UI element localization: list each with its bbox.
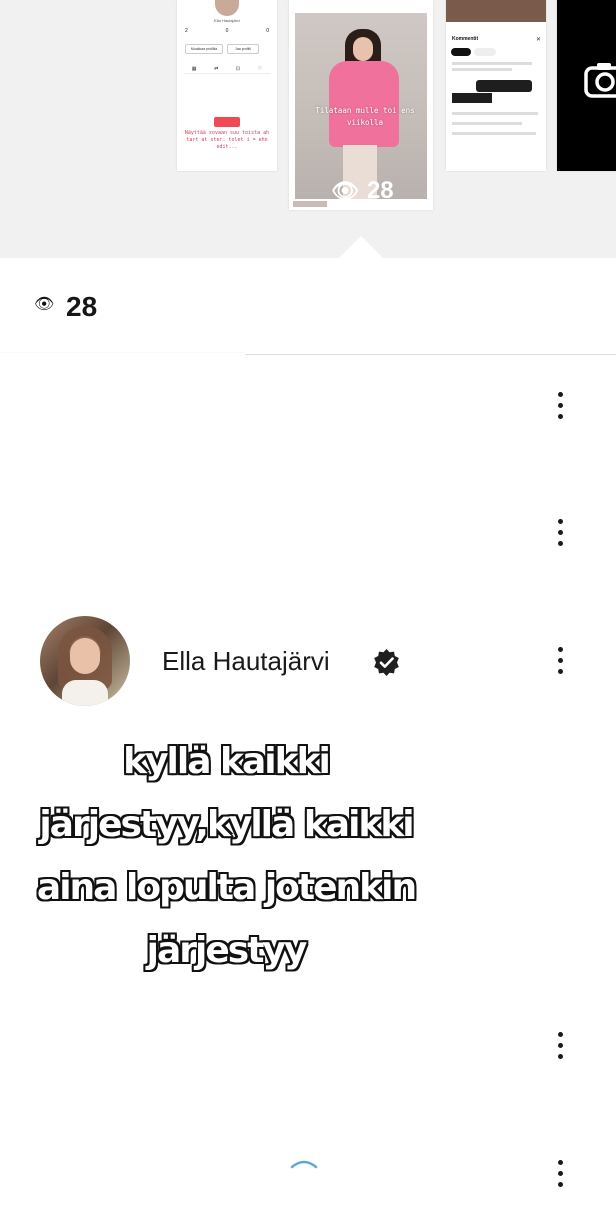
comments-ghost-views: 26 [496, 142, 519, 164]
upload-button [214, 117, 240, 127]
more-vertical-icon [557, 391, 563, 397]
divider [0, 352, 245, 353]
profile-tabs: ▦ ⇄ ⊡ ♡ [183, 66, 271, 74]
author-name[interactable]: Ella Hautajärvi [162, 646, 330, 677]
more-vertical-icon [557, 518, 563, 524]
close-icon: ✕ [536, 37, 542, 43]
profile-pink-text: Näyttää sovaan suu toista ah tart at ste… [184, 130, 270, 150]
loading-spinner-icon [290, 1160, 318, 1169]
caption-line: aina lopulta jotenkin [36, 866, 418, 909]
more-vertical-icon [557, 646, 563, 652]
carousel-thumb-comments[interactable]: Kommentit ✕ 26 [446, 0, 546, 171]
views-count: 28 [66, 291, 98, 322]
video-carousel: Ella Hautajärvi 2 0 0 Muokkaa profiilia … [0, 0, 616, 258]
more-options-button[interactable] [548, 640, 572, 680]
more-vertical-icon [557, 1159, 563, 1165]
selection-caret [339, 236, 383, 258]
camera-icon [584, 63, 616, 98]
share-profile-button: Jaa profiili [227, 44, 259, 54]
video-views: 👁 28 [331, 177, 394, 205]
profile-stat: 2 [185, 28, 188, 34]
profile-stats: 2 0 0 [185, 28, 269, 34]
eye-icon: 👁 [34, 296, 55, 313]
comments-title: Kommentit [452, 36, 479, 42]
edit-profile-button: Muokkaa profiilia [185, 44, 223, 54]
video-overlay-text: Tilataan mulle toi ens viikolla [315, 106, 415, 127]
profile-avatar [215, 0, 239, 16]
carousel-thumb-profile[interactable]: Ella Hautajärvi 2 0 0 Muokkaa profiilia … [177, 0, 277, 171]
profile-name: Ella Hautajärvi [214, 18, 240, 23]
video-frame: Tilataan mulle toi ens viikolla 👁 28 [295, 13, 427, 204]
video-views-count: 28 [366, 177, 394, 204]
caption-line: järjestyy,kyllä kaikki [38, 803, 415, 846]
eye-icon: 👁 [331, 178, 359, 203]
divider [245, 354, 616, 355]
avatar[interactable] [40, 616, 130, 706]
more-options-button[interactable] [548, 1153, 572, 1193]
post-caption: kyllä kaikki järjestyy,kyllä kaikki aina… [0, 730, 452, 982]
more-options-button[interactable] [548, 512, 572, 552]
carousel-camera-tile[interactable] [557, 0, 616, 171]
caption-line: kyllä kaikki [122, 740, 332, 783]
video-mini-preview [293, 201, 327, 207]
caption-line: järjestyy [146, 929, 309, 972]
verified-badge-icon [374, 649, 399, 676]
carousel-thumb-video-selected[interactable]: Tilataan mulle toi ens viikolla 👁 28 [289, 0, 433, 210]
profile-stat: 0 [225, 28, 229, 34]
more-vertical-icon [557, 1031, 563, 1037]
more-options-button[interactable] [548, 385, 572, 425]
profile-stat: 0 [266, 28, 269, 34]
more-options-button[interactable] [548, 1025, 572, 1065]
